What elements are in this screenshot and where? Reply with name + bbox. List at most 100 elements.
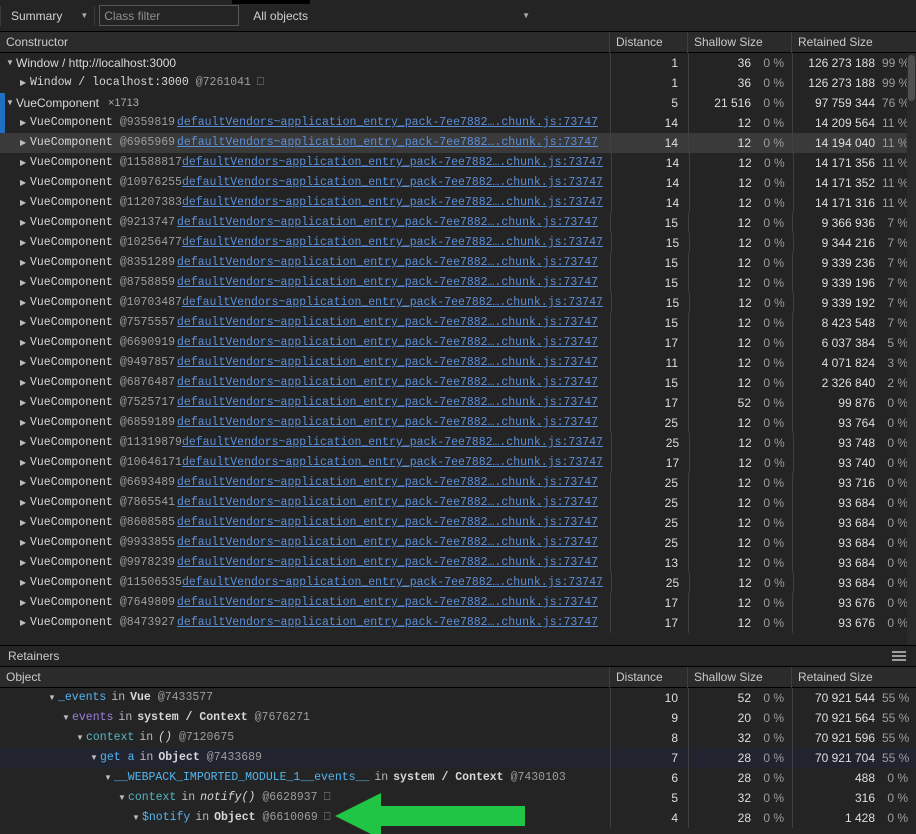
triangle-down-icon[interactable] [90, 748, 100, 768]
constructor-row[interactable]: VueComponent @8758859defaultVendors~appli… [0, 273, 916, 293]
source-link[interactable]: defaultVendors~application_entry_pack-7e… [177, 413, 604, 433]
triangle-down-icon[interactable] [48, 688, 58, 708]
constructor-row[interactable]: VueComponent @7649809defaultVendors~appli… [0, 593, 916, 613]
constructor-row[interactable]: VueComponent @11506535defaultVendors~appl… [0, 573, 916, 593]
triangle-right-icon[interactable] [20, 273, 30, 293]
retainer-row[interactable]: context in notify() @6628937 ⎕ 5 32 0 % 316 0 % [0, 788, 916, 808]
constructor-row[interactable]: VueComponent @11319879defaultVendors~appl… [0, 433, 916, 453]
constructor-row[interactable]: VueComponent @6965969defaultVendors~appli… [0, 133, 916, 153]
retainers-column-header-shallow-size[interactable]: Shallow Size [688, 666, 792, 688]
triangle-right-icon[interactable] [20, 513, 30, 533]
triangle-right-icon[interactable] [20, 313, 30, 333]
triangle-right-icon[interactable] [20, 113, 30, 133]
triangle-right-icon[interactable] [20, 253, 30, 273]
source-link[interactable]: defaultVendors~application_entry_pack-7e… [177, 473, 604, 493]
retainers-column-header-retained-size[interactable]: Retained Size [792, 667, 916, 688]
constructor-row[interactable]: VueComponent @10646171defaultVendors~appl… [0, 453, 916, 473]
constructor-row[interactable]: VueComponent @6859189defaultVendors~appli… [0, 413, 916, 433]
constructor-row[interactable]: VueComponent @9359819defaultVendors~appli… [0, 113, 916, 133]
triangle-right-icon[interactable] [20, 453, 30, 473]
retainers-title-bar[interactable]: Retainers [0, 645, 916, 667]
constructor-row[interactable]: VueComponent @10976255defaultVendors~appl… [0, 173, 916, 193]
triangle-right-icon[interactable] [20, 213, 30, 233]
triangle-right-icon[interactable] [20, 613, 30, 633]
column-header-distance[interactable]: Distance [610, 31, 688, 53]
source-link[interactable]: defaultVendors~application_entry_pack-7e… [177, 333, 604, 353]
column-header-constructor[interactable]: Constructor [0, 31, 610, 53]
constructor-row[interactable]: VueComponent @9933855defaultVendors~appli… [0, 533, 916, 553]
source-link[interactable]: defaultVendors~application_entry_pack-7e… [177, 213, 604, 233]
triangle-right-icon[interactable] [20, 573, 30, 593]
constructor-row[interactable]: VueComponent @9497857defaultVendors~appli… [0, 353, 916, 373]
constructor-row[interactable]: VueComponent @9978239defaultVendors~appli… [0, 553, 916, 573]
triangle-right-icon[interactable] [20, 433, 30, 453]
source-link[interactable]: defaultVendors~application_entry_pack-7e… [182, 173, 609, 193]
constructor-row[interactable]: Window / http://localhost:3000 1 36 0 % 126 … [0, 53, 916, 73]
triangle-right-icon[interactable] [20, 393, 30, 413]
triangle-down-icon[interactable] [6, 53, 16, 73]
triangle-right-icon[interactable] [20, 413, 30, 433]
triangle-down-icon[interactable] [132, 808, 142, 828]
constructor-row[interactable]: VueComponent ×1713 5 21 516 0 % 97 759 344 76 … [0, 93, 916, 113]
constructor-row[interactable]: VueComponent @10703487defaultVendors~appl… [0, 293, 916, 313]
retainer-row[interactable]: __WEBPACK_IMPORTED_MODULE_1__events__ ins… [0, 768, 916, 788]
triangle-right-icon[interactable] [20, 173, 30, 193]
source-link[interactable]: defaultVendors~application_entry_pack-7e… [177, 593, 604, 613]
constructor-row[interactable]: VueComponent @6693489defaultVendors~appli… [0, 473, 916, 493]
source-link[interactable]: defaultVendors~application_entry_pack-7e… [182, 453, 609, 473]
source-link[interactable]: defaultVendors~application_entry_pack-7e… [182, 193, 609, 213]
retainer-row[interactable]: context in () @7120675 8 32 0 % 70 921 596 55 % [0, 728, 916, 748]
triangle-right-icon[interactable] [20, 133, 30, 153]
triangle-right-icon[interactable] [20, 593, 30, 613]
source-link[interactable]: defaultVendors~application_entry_pack-7e… [177, 533, 604, 553]
triangle-down-icon[interactable] [104, 768, 114, 788]
triangle-right-icon[interactable] [20, 333, 30, 353]
source-link[interactable]: defaultVendors~application_entry_pack-7e… [182, 293, 609, 313]
source-link[interactable]: defaultVendors~application_entry_pack-7e… [177, 613, 604, 633]
source-link[interactable]: defaultVendors~application_entry_pack-7e… [177, 113, 604, 133]
class-filter-input[interactable] [99, 5, 240, 26]
source-link[interactable]: defaultVendors~application_entry_pack-7e… [177, 373, 604, 393]
source-link[interactable]: defaultVendors~application_entry_pack-7e… [182, 153, 609, 173]
constructor-row[interactable]: VueComponent @8608585defaultVendors~appli… [0, 513, 916, 533]
triangle-right-icon[interactable] [20, 473, 30, 493]
source-link[interactable]: defaultVendors~application_entry_pack-7e… [177, 313, 604, 333]
triangle-right-icon[interactable] [20, 373, 30, 393]
source-link[interactable]: defaultVendors~application_entry_pack-7e… [177, 253, 604, 273]
source-link[interactable]: defaultVendors~application_entry_pack-7e… [177, 133, 604, 153]
view-select[interactable]: Summary ▼ [1, 4, 95, 27]
constructor-row[interactable]: VueComponent @11207383defaultVendors~appl… [0, 193, 916, 213]
source-link[interactable]: defaultVendors~application_entry_pack-7e… [182, 233, 609, 253]
retainer-row[interactable]: $notify in Object @6610069 ⎕ 4 28 0 % 1 428 0 % [0, 808, 916, 828]
retainers-scrollbar[interactable] [907, 688, 916, 834]
constructor-row[interactable]: VueComponent @7865541defaultVendors~appli… [0, 493, 916, 513]
constructor-row[interactable]: VueComponent @8473927defaultVendors~appli… [0, 613, 916, 633]
triangle-right-icon[interactable] [20, 233, 30, 253]
source-link[interactable]: defaultVendors~application_entry_pack-7e… [177, 493, 604, 513]
source-link[interactable]: defaultVendors~application_entry_pack-7e… [177, 553, 604, 573]
retainers-column-header-object[interactable]: Object [0, 666, 610, 688]
constructor-row[interactable]: VueComponent @8351289defaultVendors~appli… [0, 253, 916, 273]
retainer-row[interactable]: events in system / Context @7676271 9 20 0 % 70… [0, 708, 916, 728]
source-link[interactable]: defaultVendors~application_entry_pack-7e… [177, 393, 604, 413]
constructor-row[interactable]: VueComponent @9213747defaultVendors~appli… [0, 213, 916, 233]
triangle-down-icon[interactable] [6, 93, 16, 113]
constructor-row[interactable]: VueComponent @10256477defaultVendors~appl… [0, 233, 916, 253]
constructor-row[interactable]: Window / localhost:3000 @7261041 ⎕ 1 36 0 % 12… [0, 73, 916, 93]
constructor-row[interactable]: VueComponent @7575557defaultVendors~appli… [0, 313, 916, 333]
retainer-row[interactable]: _events in Vue @7433577 10 52 0 % 70 921 544 55 … [0, 688, 916, 708]
scrollbar-thumb[interactable] [908, 55, 915, 101]
constructor-row[interactable]: VueComponent @7525717defaultVendors~appli… [0, 393, 916, 413]
retainers-rows[interactable]: _eventsinVue@743357710520 %70 921 54455 … [0, 688, 916, 834]
objects-select[interactable]: All objects ▼ [243, 5, 542, 27]
resize-grip-icon[interactable] [892, 651, 906, 661]
constructors-scrollbar[interactable] [907, 53, 916, 645]
triangle-down-icon[interactable] [62, 708, 72, 728]
source-link[interactable]: defaultVendors~application_entry_pack-7e… [182, 573, 609, 593]
triangle-right-icon[interactable] [20, 553, 30, 573]
source-link[interactable]: defaultVendors~application_entry_pack-7e… [177, 353, 604, 373]
constructor-row[interactable]: VueComponent @6876487defaultVendors~appli… [0, 373, 916, 393]
triangle-right-icon[interactable] [20, 193, 30, 213]
retainer-row[interactable]: get a in Object @7433689 7 28 0 % 70 921 704 55 … [0, 748, 916, 768]
source-link[interactable]: defaultVendors~application_entry_pack-7e… [177, 273, 604, 293]
